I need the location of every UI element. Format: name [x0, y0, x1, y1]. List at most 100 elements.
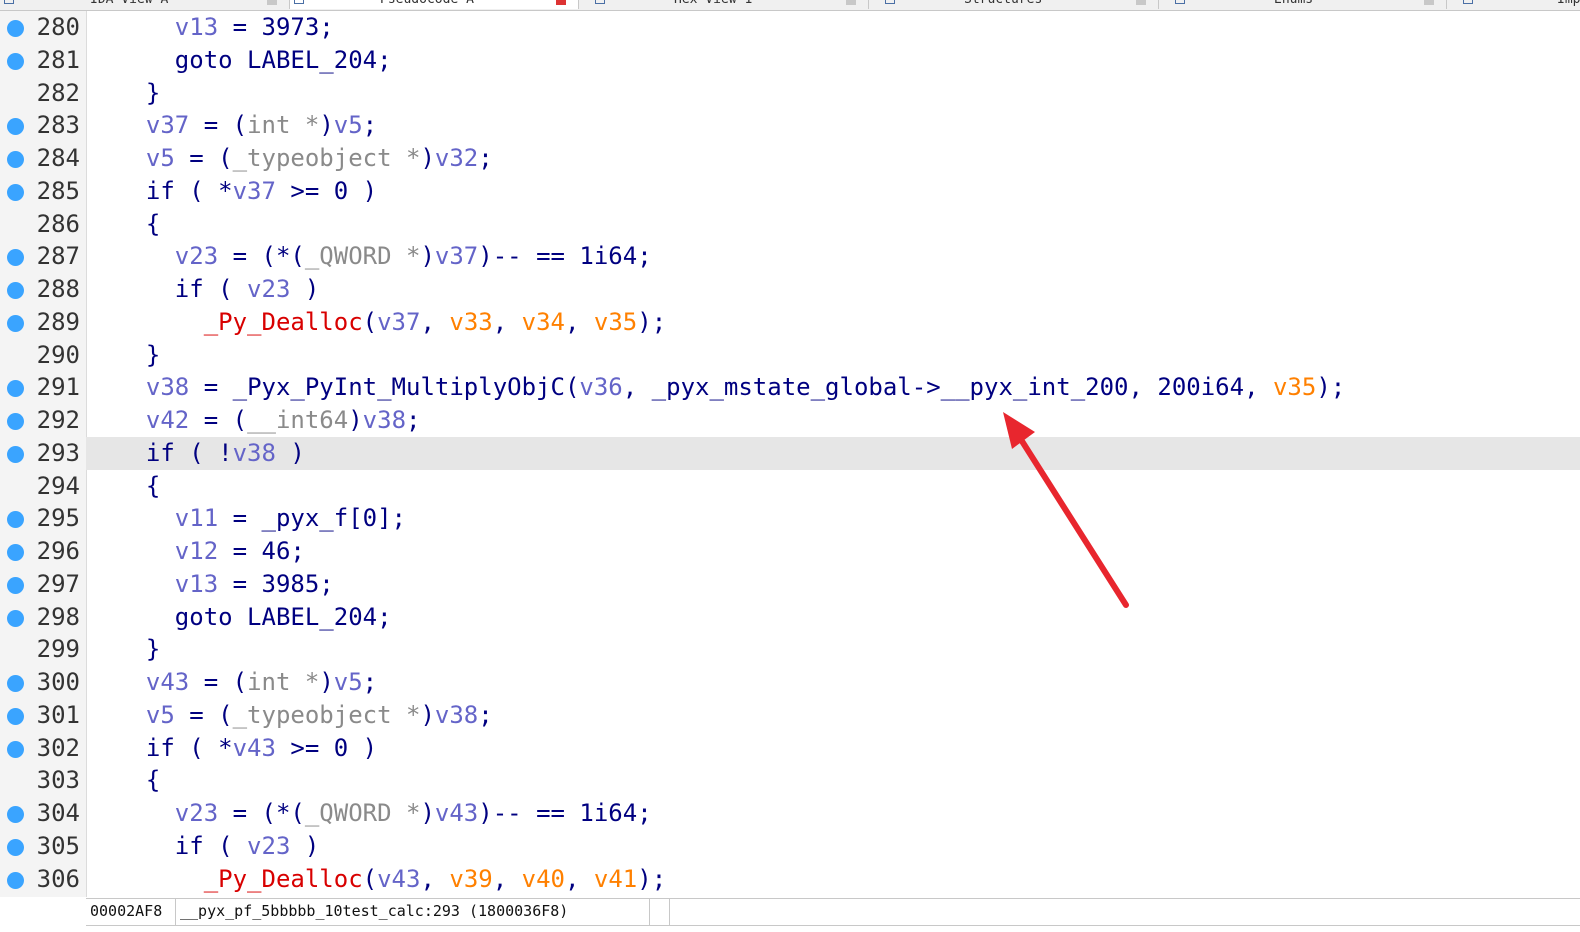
- gutter-cell[interactable]: 303: [0, 764, 86, 797]
- gutter-cell[interactable]: 297: [0, 568, 86, 601]
- tab-ida-view[interactable]: IDA View-A: [0, 0, 290, 9]
- breakpoint-icon[interactable]: [7, 576, 24, 594]
- tab-hex-view[interactable]: Hex View-1: [579, 0, 869, 9]
- code-text[interactable]: if ( v23 ): [117, 273, 320, 306]
- gutter-cell[interactable]: 296: [0, 535, 86, 568]
- code-line-300[interactable]: 300 v43 = (int *)v5;: [0, 666, 1580, 699]
- breakpoint-icon[interactable]: [7, 249, 24, 267]
- code-text[interactable]: v5 = (_typeobject *)v38;: [117, 699, 493, 732]
- code-text[interactable]: v11 = _pyx_f[0];: [117, 502, 406, 535]
- breakpoint-icon[interactable]: [7, 871, 24, 889]
- code-line-299[interactable]: 299 }: [0, 633, 1580, 666]
- gutter-cell[interactable]: 283: [0, 109, 86, 142]
- close-icon[interactable]: [1424, 0, 1434, 5]
- gutter-cell[interactable]: 294: [0, 470, 86, 503]
- code-text[interactable]: if ( v23 ): [117, 830, 320, 863]
- code-line-281[interactable]: 281 goto LABEL_204;: [0, 44, 1580, 77]
- gutter-cell[interactable]: 289: [0, 306, 86, 339]
- breakpoint-icon[interactable]: [7, 839, 24, 856]
- code-line-290[interactable]: 290 }: [0, 339, 1580, 372]
- breakpoint-icon[interactable]: [7, 413, 24, 431]
- code-line-303[interactable]: 303 {: [0, 764, 1580, 797]
- breakpoint-icon[interactable]: [7, 151, 24, 169]
- code-text[interactable]: v23 = (*(_QWORD *)v43)-- == 1i64;: [117, 797, 652, 830]
- breakpoint-icon[interactable]: [7, 806, 24, 824]
- code-text[interactable]: {: [117, 764, 160, 797]
- code-line-285[interactable]: 285 if ( *v37 >= 0 ): [0, 175, 1580, 208]
- code-line-301[interactable]: 301 v5 = (_typeobject *)v38;: [0, 699, 1580, 732]
- breakpoint-icon[interactable]: [7, 118, 24, 136]
- code-text[interactable]: goto LABEL_204;: [117, 44, 392, 77]
- code-line-294[interactable]: 294 {: [0, 470, 1580, 503]
- code-text[interactable]: v42 = (__int64)v38;: [117, 404, 421, 437]
- breakpoint-icon[interactable]: [7, 282, 24, 300]
- breakpoint-icon[interactable]: [7, 511, 24, 529]
- gutter-cell[interactable]: 282: [0, 77, 86, 110]
- code-line-289[interactable]: 289 _Py_Dealloc(v37, v33, v34, v35);: [0, 306, 1580, 339]
- gutter-cell[interactable]: 290: [0, 339, 86, 372]
- gutter-cell[interactable]: 305: [0, 830, 86, 863]
- code-line-306[interactable]: 306 _Py_Dealloc(v43, v39, v40, v41);: [0, 863, 1580, 896]
- code-text[interactable]: {: [117, 470, 160, 503]
- gutter-cell[interactable]: 304: [0, 797, 86, 830]
- code-text[interactable]: if ( *v37 >= 0 ): [117, 175, 377, 208]
- breakpoint-icon[interactable]: [7, 52, 24, 70]
- code-line-298[interactable]: 298 goto LABEL_204;: [0, 601, 1580, 634]
- code-text[interactable]: if ( *v43 >= 0 ): [117, 732, 377, 765]
- gutter-cell[interactable]: 291: [0, 371, 86, 404]
- code-line-286[interactable]: 286 {: [0, 208, 1580, 241]
- code-text[interactable]: {: [117, 208, 160, 241]
- gutter-cell[interactable]: 280: [0, 11, 86, 44]
- close-icon[interactable]: [1136, 0, 1146, 5]
- code-text[interactable]: _Py_Dealloc(v43, v39, v40, v41);: [117, 863, 666, 896]
- code-line-297[interactable]: 297 v13 = 3985;: [0, 568, 1580, 601]
- code-text[interactable]: if ( !v38 ): [117, 437, 305, 470]
- close-icon[interactable]: [556, 0, 566, 5]
- code-text[interactable]: v23 = (*(_QWORD *)v37)-- == 1i64;: [117, 240, 652, 273]
- code-line-305[interactable]: 305 if ( v23 ): [0, 830, 1580, 863]
- gutter-cell[interactable]: 301: [0, 699, 86, 732]
- code-text[interactable]: v5 = (_typeobject *)v32;: [117, 142, 493, 175]
- code-line-304[interactable]: 304 v23 = (*(_QWORD *)v43)-- == 1i64;: [0, 797, 1580, 830]
- code-text[interactable]: v13 = 3973;: [117, 11, 334, 44]
- pseudocode-view[interactable]: 280 v13 = 3973; 281 goto LABEL_204; 282 } 2…: [0, 11, 1580, 897]
- code-line-293[interactable]: 293 if ( !v38 ): [0, 436, 1580, 470]
- breakpoint-icon[interactable]: [7, 183, 24, 201]
- code-text[interactable]: _Py_Dealloc(v37, v33, v34, v35);: [117, 306, 666, 339]
- gutter-cell[interactable]: 306: [0, 863, 86, 896]
- gutter-cell[interactable]: 288: [0, 273, 86, 306]
- breakpoint-icon[interactable]: [7, 20, 24, 37]
- code-line-295[interactable]: 295 v11 = _pyx_f[0];: [0, 502, 1580, 535]
- gutter-cell[interactable]: 302: [0, 732, 86, 765]
- gutter-cell[interactable]: 300: [0, 666, 86, 699]
- gutter-cell[interactable]: 293: [0, 436, 86, 470]
- code-text[interactable]: }: [117, 77, 160, 110]
- breakpoint-icon[interactable]: [7, 445, 24, 463]
- breakpoint-icon[interactable]: [7, 544, 24, 562]
- breakpoint-icon[interactable]: [7, 314, 24, 332]
- code-text[interactable]: v43 = (int *)v5;: [117, 666, 377, 699]
- gutter-cell[interactable]: 285: [0, 175, 86, 208]
- code-line-280[interactable]: 280 v13 = 3973;: [0, 11, 1580, 44]
- close-icon[interactable]: [267, 0, 277, 5]
- code-text[interactable]: }: [117, 339, 160, 372]
- tab-imports[interactable]: Imports: [1447, 0, 1580, 9]
- breakpoint-icon[interactable]: [7, 707, 24, 725]
- code-line-291[interactable]: 291 v38 = _Pyx_PyInt_MultiplyObjC(v36, _…: [0, 371, 1580, 404]
- code-line-282[interactable]: 282 }: [0, 77, 1580, 110]
- gutter-cell[interactable]: 295: [0, 502, 86, 535]
- breakpoint-icon[interactable]: [7, 609, 24, 627]
- gutter-cell[interactable]: 287: [0, 240, 86, 273]
- gutter-cell[interactable]: 281: [0, 44, 86, 77]
- breakpoint-icon[interactable]: [7, 740, 24, 758]
- tab-enums[interactable]: Enums: [1159, 0, 1447, 9]
- code-line-287[interactable]: 287 v23 = (*(_QWORD *)v37)-- == 1i64;: [0, 240, 1580, 273]
- breakpoint-icon[interactable]: [7, 675, 24, 693]
- code-text[interactable]: v37 = (int *)v5;: [117, 109, 377, 142]
- code-line-288[interactable]: 288 if ( v23 ): [0, 273, 1580, 306]
- tab-pseudocode[interactable]: Pseudocode-A: [290, 0, 579, 9]
- gutter-cell[interactable]: 286: [0, 208, 86, 241]
- gutter-cell[interactable]: 292: [0, 404, 86, 437]
- breakpoint-icon[interactable]: [7, 380, 24, 398]
- code-text[interactable]: v13 = 3985;: [117, 568, 334, 601]
